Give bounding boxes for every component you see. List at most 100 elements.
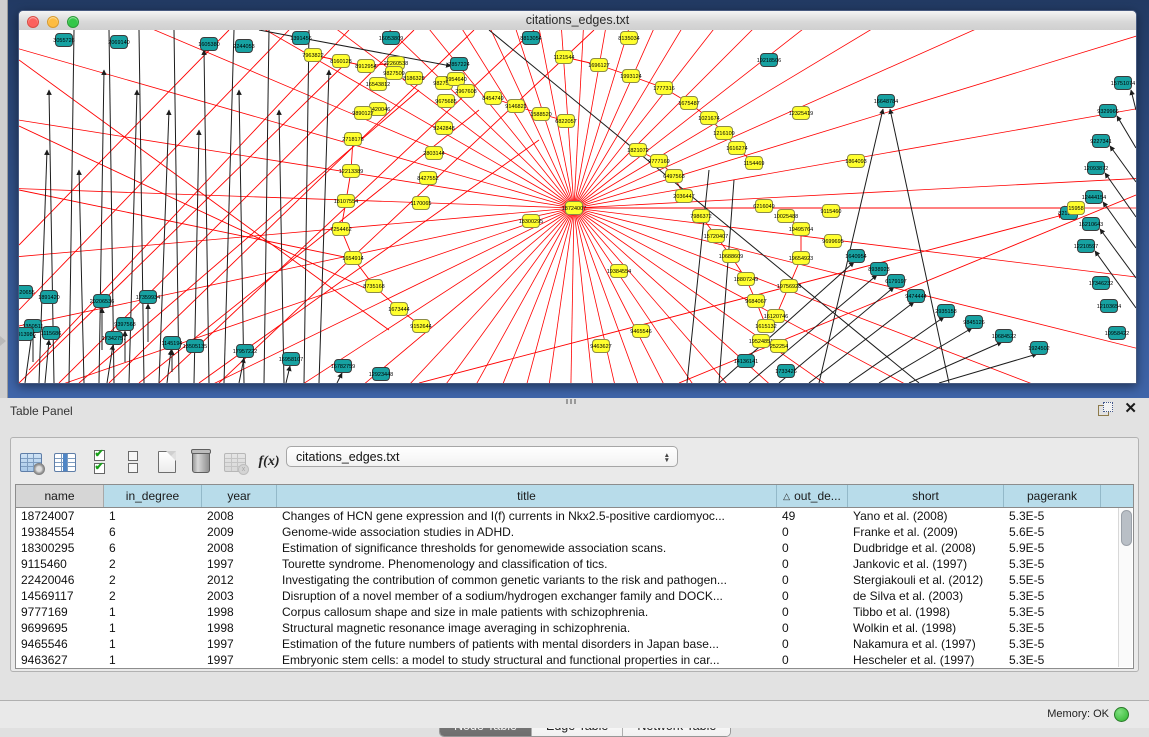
table-row[interactable]: 1456911722003Disruption of a novel membe… bbox=[16, 588, 1133, 604]
network-node[interactable]: 18300295 bbox=[519, 215, 543, 228]
network-node[interactable]: 1675487 bbox=[678, 97, 699, 110]
function-icon[interactable]: f(x) bbox=[257, 449, 281, 475]
network-node[interactable]: 12923448 bbox=[369, 368, 393, 381]
network-node[interactable]: 9152644 bbox=[410, 320, 431, 333]
close-icon[interactable]: ✕ bbox=[1124, 402, 1137, 416]
network-node[interactable]: 8135034 bbox=[618, 32, 639, 45]
float-window-icon[interactable] bbox=[1098, 402, 1112, 416]
network-node[interactable]: 12325419 bbox=[789, 107, 813, 120]
network-node[interactable]: 12444154 bbox=[1082, 191, 1106, 204]
network-node[interactable]: 10958422 bbox=[1105, 327, 1129, 340]
network-node[interactable]: 1115686 bbox=[41, 327, 62, 340]
column-header-name[interactable]: name bbox=[16, 485, 104, 507]
network-node[interactable]: 6497568 bbox=[663, 170, 684, 183]
network-node[interactable]: 3913986 bbox=[19, 328, 36, 341]
network-node[interactable]: 1640954 bbox=[845, 250, 866, 263]
column-header-year[interactable]: year bbox=[202, 485, 277, 507]
network-node[interactable]: 1654914 bbox=[342, 252, 363, 265]
network-node[interactable]: 1121544 bbox=[553, 51, 574, 64]
network-node[interactable]: 17342757 bbox=[102, 332, 126, 345]
network-node[interactable]: 7986372 bbox=[690, 210, 711, 223]
network-node[interactable]: 1821072 bbox=[627, 144, 648, 157]
table-row[interactable]: 946554611997Estimation of the future num… bbox=[16, 636, 1133, 652]
network-node[interactable]: 6822057 bbox=[555, 115, 576, 128]
table-settings-icon[interactable] bbox=[19, 449, 43, 475]
network-node[interactable]: 9699695 bbox=[822, 235, 843, 248]
network-node[interactable]: 9684067 bbox=[745, 295, 766, 308]
network-node[interactable]: 14136141 bbox=[734, 355, 758, 368]
network-node[interactable]: 10025488 bbox=[774, 210, 798, 223]
network-node[interactable]: 10684522 bbox=[992, 330, 1016, 343]
network-window-titlebar[interactable]: citations_edges.txt bbox=[19, 11, 1136, 31]
table-row[interactable]: 2242004622012Investigating the contribut… bbox=[16, 572, 1133, 588]
network-node[interactable]: 9474444 bbox=[905, 290, 926, 303]
network-node[interactable]: 16210643 bbox=[1079, 218, 1103, 231]
network-node[interactable]: 13505135 bbox=[183, 340, 207, 353]
network-node[interactable]: 9329966 bbox=[1097, 105, 1118, 118]
delete-icon[interactable] bbox=[189, 449, 213, 475]
vertical-scrollbar[interactable] bbox=[1118, 508, 1132, 667]
network-node[interactable]: 17359934 bbox=[136, 291, 160, 304]
network-node[interactable]: 9890127 bbox=[352, 107, 373, 120]
network-node[interactable]: 19495764 bbox=[789, 223, 813, 236]
delete-table-icon[interactable]: x bbox=[223, 449, 247, 475]
network-node[interactable]: 1993124 bbox=[620, 70, 641, 83]
network-node[interactable]: 1588520 bbox=[530, 108, 551, 121]
network-node[interactable]: 1021674 bbox=[698, 112, 719, 125]
network-node[interactable]: 16782759 bbox=[331, 360, 355, 373]
network-node[interactable]: 1696127 bbox=[588, 59, 609, 72]
table-row[interactable]: 1938455462009Genome-wide association stu… bbox=[16, 524, 1133, 540]
panel-splitter-grip[interactable] bbox=[566, 399, 578, 404]
network-node[interactable]: 1733426 bbox=[775, 365, 796, 378]
network-node[interactable]: 8735168 bbox=[363, 280, 384, 293]
network-node[interactable]: 1891420 bbox=[38, 291, 59, 304]
network-node[interactable]: 9146821 bbox=[505, 100, 526, 113]
network-node[interactable]: 8186328 bbox=[403, 72, 424, 85]
table-row[interactable]: 1872400712008Changes of HCN gene express… bbox=[16, 508, 1133, 524]
checklist-icon[interactable] bbox=[87, 449, 111, 475]
network-node[interactable]: 6179197 bbox=[885, 275, 906, 288]
network-node[interactable]: 10688609 bbox=[719, 250, 743, 263]
column-header-short[interactable]: short bbox=[848, 485, 1004, 507]
network-node[interactable]: 8813054 bbox=[520, 32, 541, 45]
network-node[interactable]: 1954640 bbox=[445, 73, 466, 86]
memory-ok-icon[interactable] bbox=[1114, 707, 1129, 722]
network-node[interactable]: 3055726 bbox=[53, 34, 74, 47]
network-node[interactable]: 8938923 bbox=[868, 263, 889, 276]
network-node[interactable]: 1673444 bbox=[388, 303, 409, 316]
network-node[interactable]: 1616274 bbox=[726, 142, 747, 155]
network-canvas[interactable]: 3055726206914016053802244053139145616053… bbox=[19, 30, 1136, 383]
network-node[interactable]: 8454749 bbox=[482, 92, 503, 105]
network-node[interactable]: 252254 bbox=[770, 340, 788, 353]
rows-icon[interactable] bbox=[121, 449, 145, 475]
table-row[interactable]: 911546021997Tourette syndrome. Phenomeno… bbox=[16, 556, 1133, 572]
network-node[interactable]: 7254462 bbox=[330, 223, 351, 236]
network-node[interactable]: 2520655 bbox=[19, 286, 35, 299]
network-node[interactable]: 12213389 bbox=[339, 165, 363, 178]
network-node[interactable]: 1170065 bbox=[410, 197, 431, 210]
column-header-outde[interactable]: △out_de... bbox=[777, 485, 848, 507]
network-node[interactable]: 18107554 bbox=[334, 195, 358, 208]
network-node[interactable]: 1777316 bbox=[653, 82, 674, 95]
network-node[interactable]: 19384554 bbox=[607, 265, 631, 278]
network-node[interactable]: 17957222 bbox=[233, 345, 257, 358]
network-node[interactable]: 1605380 bbox=[198, 38, 219, 51]
table-selector-dropdown[interactable]: citations_edges.txt ▲ ▼ bbox=[286, 446, 678, 467]
network-node[interactable]: 2935158 bbox=[935, 305, 956, 318]
network-node[interactable]: 9397568 bbox=[114, 318, 135, 331]
network-node[interactable]: 17346232 bbox=[1089, 277, 1113, 290]
network-node[interactable]: 9845126 bbox=[963, 316, 984, 329]
network-node[interactable]: 1864093 bbox=[845, 155, 866, 168]
network-node[interactable]: 2244053 bbox=[233, 40, 254, 53]
network-node[interactable]: 8912954 bbox=[355, 60, 376, 73]
network-node[interactable]: 16648784 bbox=[874, 95, 898, 108]
network-node[interactable]: 1145194 bbox=[161, 337, 182, 350]
network-node[interactable]: 19654923 bbox=[789, 252, 813, 265]
network-node[interactable]: 16053809 bbox=[379, 32, 403, 45]
network-node[interactable]: 20206536 bbox=[90, 295, 114, 308]
network-node[interactable]: 15958 bbox=[1068, 202, 1085, 215]
network-node[interactable]: 6216049 bbox=[753, 200, 774, 213]
network-node[interactable]: 1216109 bbox=[713, 127, 734, 140]
network-node[interactable]: 12210597 bbox=[1074, 240, 1098, 253]
network-node[interactable]: 1924502 bbox=[1028, 342, 1049, 355]
